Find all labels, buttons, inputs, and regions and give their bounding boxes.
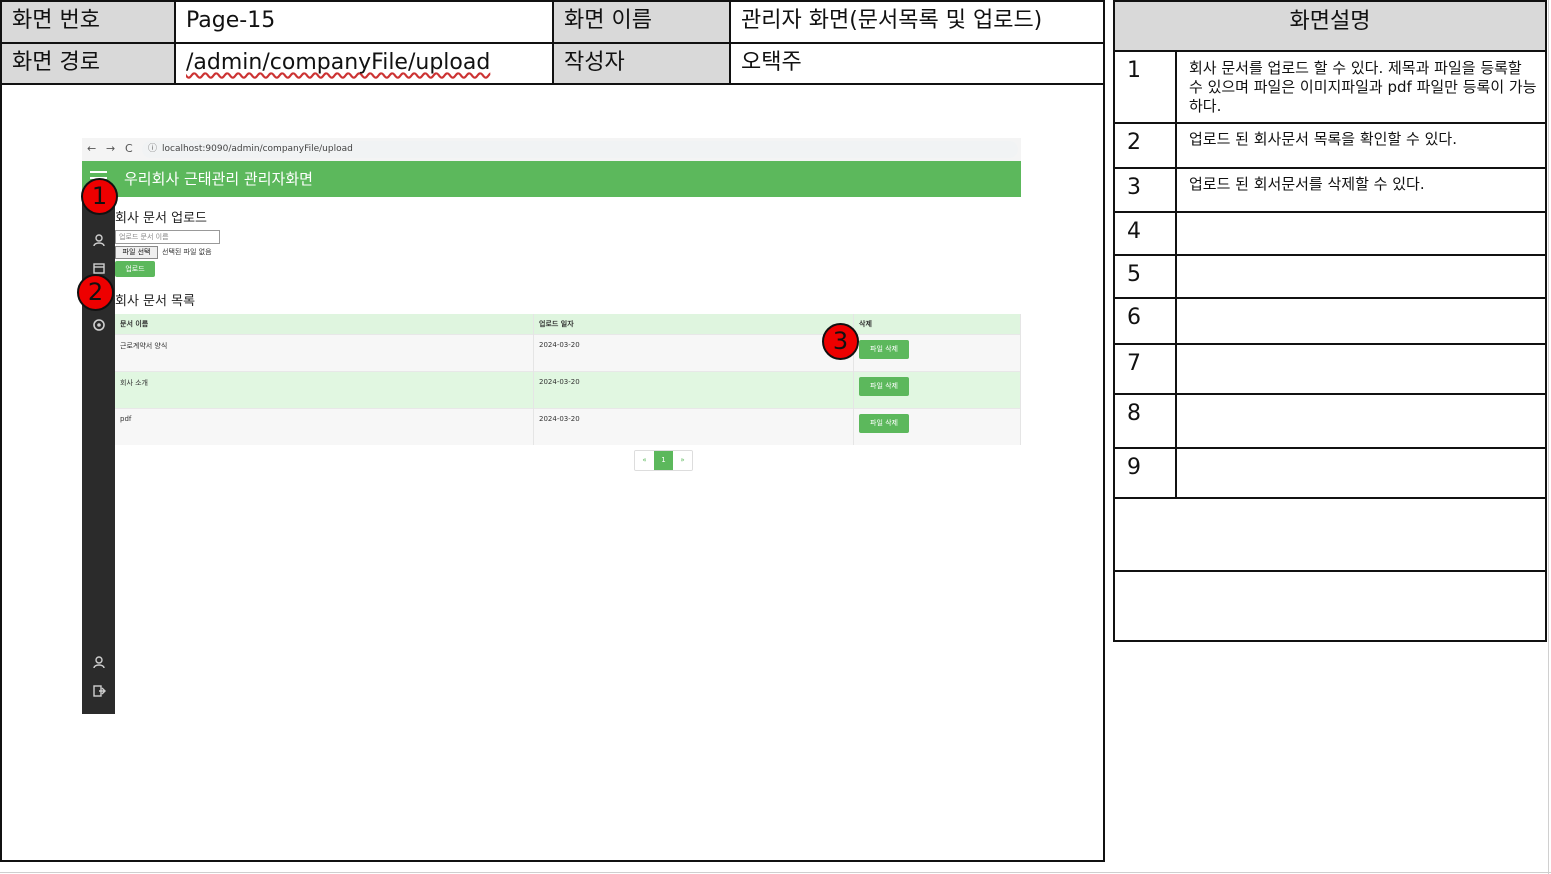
header-col-divider [552, 2, 554, 83]
description-text: 회사 문서를 업로드 할 수 있다. 제목과 파일을 등록할 수 있으며 파일은… [1189, 59, 1537, 115]
settings-icon[interactable] [92, 318, 106, 332]
description-row: 7 [1115, 345, 1545, 395]
address-bar[interactable]: ⓘ localhost:9090/admin/companyFile/uploa… [142, 141, 1018, 158]
delete-file-button[interactable]: 파일 삭제 [859, 377, 909, 396]
page-edge [1548, 0, 1549, 874]
reload-icon[interactable]: C [125, 141, 133, 157]
delete-file-button[interactable]: 파일 삭제 [859, 414, 909, 433]
description-number: 7 [1115, 345, 1177, 393]
page-bottom-rule [0, 872, 1551, 873]
pagination: « 1 » [634, 450, 693, 471]
browser-toolbar: ← → C ⓘ localhost:9090/admin/companyFile… [82, 138, 1021, 161]
description-row: 8 [1115, 395, 1545, 449]
description-number: 8 [1115, 395, 1177, 447]
annotation-marker-2: 2 [77, 274, 114, 311]
delete-file-button[interactable]: 파일 삭제 [859, 340, 909, 359]
description-number: 3 [1115, 169, 1177, 211]
back-arrow-icon[interactable]: ← [87, 141, 96, 157]
table-row: 회사 소개 2024-03-20 파일 삭제 [115, 371, 1021, 409]
info-icon: ⓘ [148, 144, 158, 154]
path-label: 화면 경로 [2, 44, 174, 83]
screen-name-label: 화면 이름 [554, 2, 729, 42]
description-number: 6 [1115, 299, 1177, 343]
header-col-divider [729, 2, 731, 83]
list-section-title: 회사 문서 목록 [115, 294, 196, 309]
description-number: 2 [1115, 124, 1177, 167]
screen-name-value: 관리자 화면(문서목록 및 업로드) [741, 8, 1043, 33]
pagination-next[interactable]: » [673, 451, 692, 470]
description-row: 9 [1115, 449, 1545, 499]
screen-no-value: Page-15 [186, 8, 276, 33]
description-table: 화면설명 1 회사 문서를 업로드 할 수 있다. 제목과 파일을 등록할 수 … [1113, 0, 1547, 642]
upload-button[interactable]: 업로드 [115, 261, 155, 277]
calendar-icon[interactable] [92, 261, 106, 275]
file-status-text: 선택된 파일 없음 [162, 248, 212, 256]
column-header-name: 문서 이름 [115, 314, 534, 335]
pagination-page-1[interactable]: 1 [654, 451, 673, 470]
description-number: 4 [1115, 213, 1177, 254]
annotation-marker-1: 1 [81, 178, 118, 215]
description-row: 1 회사 문서를 업로드 할 수 있다. 제목과 파일을 등록할 수 있으며 파… [1115, 52, 1545, 124]
upload-date: 2024-03-20 [533, 408, 854, 445]
document-name: pdf [115, 408, 534, 445]
description-number: 5 [1115, 256, 1177, 297]
description-title: 화면설명 [1115, 2, 1545, 52]
document-name: 회사 소개 [115, 371, 534, 409]
annotation-marker-3: 3 [822, 323, 859, 360]
description-row [1115, 499, 1545, 572]
user-icon[interactable] [92, 233, 106, 247]
description-row [1115, 572, 1545, 640]
description-row: 5 [1115, 256, 1545, 299]
author-value: 오택주 [741, 50, 802, 75]
description-row: 4 [1115, 213, 1545, 256]
profile-icon[interactable] [92, 655, 106, 669]
spec-header-table: 화면 번호 Page-15 화면 이름 관리자 화면(문서목록 및 업로드) 화… [0, 0, 1105, 85]
description-text: 업로드 된 회사문서 목록을 확인할 수 있다. [1189, 130, 1457, 148]
description-number: 9 [1115, 449, 1177, 497]
upload-section-title: 회사 문서 업로드 [115, 211, 207, 226]
description-row: 2 업로드 된 회사문서 목록을 확인할 수 있다. [1115, 124, 1545, 169]
description-number: 1 [1115, 52, 1177, 122]
file-select-button[interactable]: 파일 선택 [115, 246, 158, 259]
browser-window: ← → C ⓘ localhost:9090/admin/companyFile… [82, 138, 1021, 714]
logout-icon[interactable] [92, 684, 106, 698]
table-row: pdf 2024-03-20 파일 삭제 [115, 408, 1021, 445]
column-header-date: 업로드 일자 [533, 314, 854, 335]
header-col-divider [174, 2, 176, 83]
author-label: 작성자 [554, 44, 729, 83]
description-row: 6 [1115, 299, 1545, 345]
document-title-input[interactable]: 업로드 문서 이름 [115, 230, 220, 244]
column-header-delete: 삭제 [853, 314, 1021, 335]
url-text: localhost:9090/admin/companyFile/upload [162, 144, 353, 154]
upload-date: 2024-03-20 [533, 334, 854, 372]
path-value: /admin/companyFile/upload [186, 50, 491, 75]
forward-arrow-icon[interactable]: → [106, 141, 115, 157]
app-header: 우리회사 근태관리 관리자화면 [82, 161, 1021, 197]
sidebar [82, 161, 115, 714]
document-name: 근로계약서 양식 [115, 334, 534, 372]
app-title: 우리회사 근태관리 관리자화면 [124, 170, 313, 188]
description-text: 업로드 된 회서문서를 삭제할 수 있다. [1189, 175, 1425, 193]
document-table: 문서 이름 업로드 일자 삭제 근로계약서 양식 2024-03-20 파일 삭… [115, 314, 1021, 445]
screen-no-label: 화면 번호 [2, 2, 174, 42]
upload-date: 2024-03-20 [533, 371, 854, 409]
pagination-prev[interactable]: « [635, 451, 654, 470]
description-row: 3 업로드 된 회서문서를 삭제할 수 있다. [1115, 169, 1545, 213]
table-row: 근로계약서 양식 2024-03-20 파일 삭제 [115, 334, 1021, 372]
